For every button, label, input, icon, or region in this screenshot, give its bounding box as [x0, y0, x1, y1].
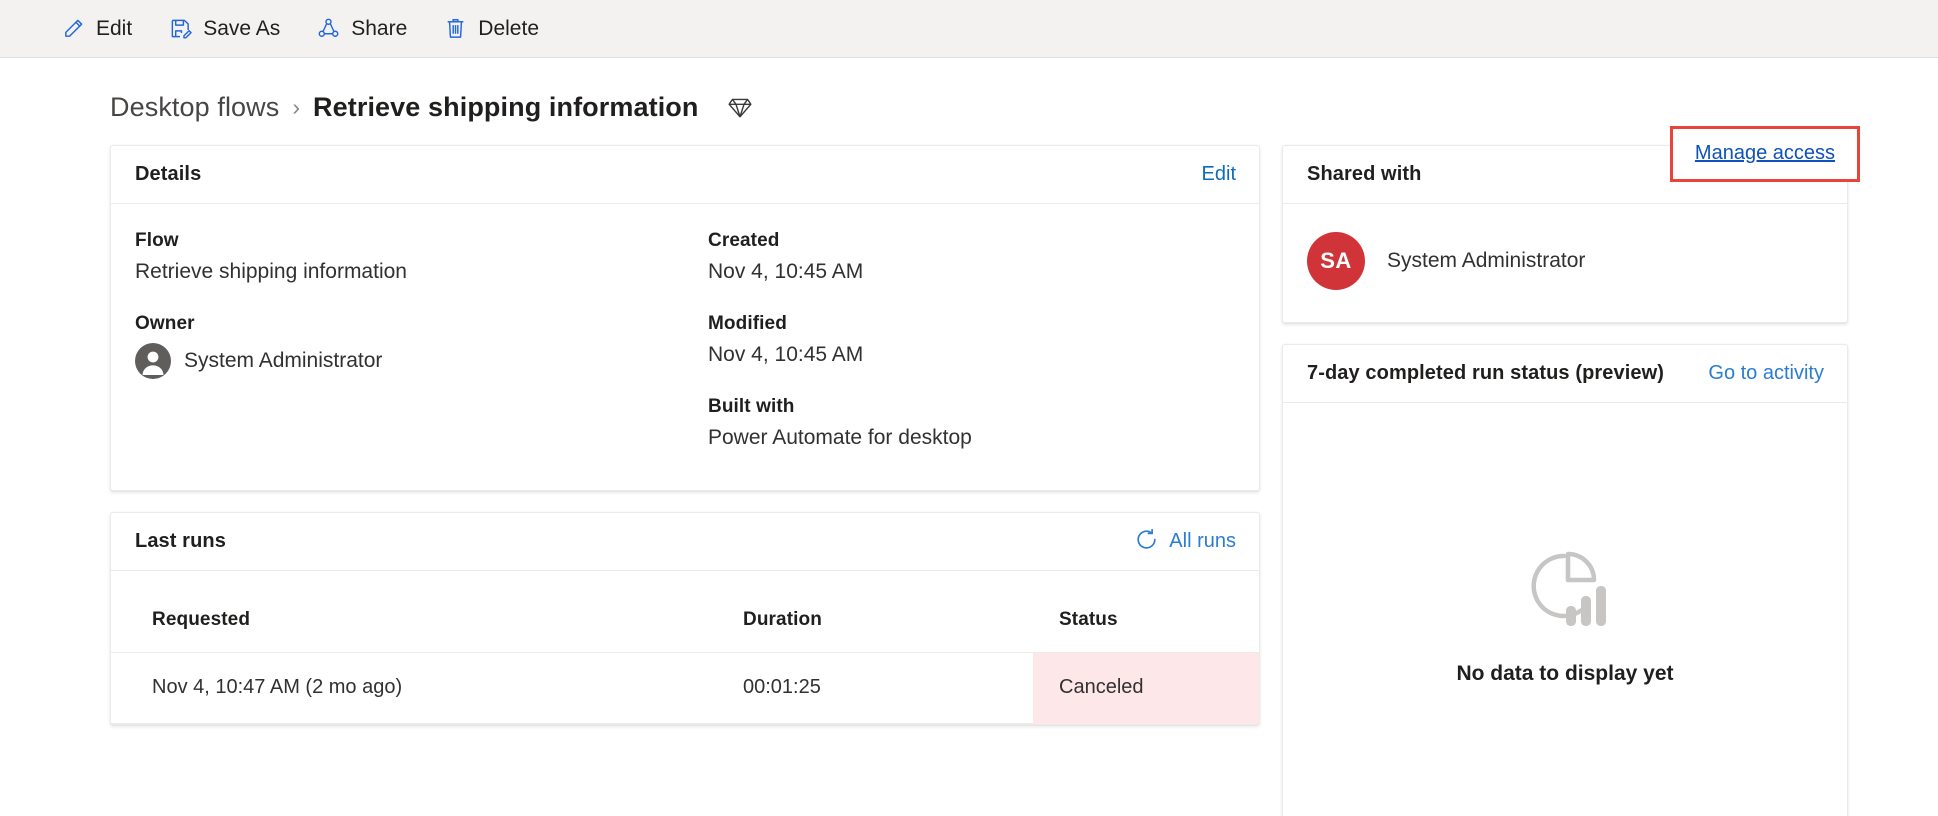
cell-requested: Nov 4, 10:47 AM (2 mo ago)	[111, 652, 743, 724]
shared-with-card-header: Shared with Manage access	[1283, 126, 1860, 204]
pencil-icon	[61, 17, 85, 41]
run-status-card-title: 7-day completed run status (preview)	[1307, 362, 1665, 384]
last-runs-table-head: Requested Duration Status	[111, 571, 1259, 653]
field-flow-label: Flow	[135, 230, 179, 251]
left-column: Details Edit Flow Retrieve shipping info…	[110, 145, 1260, 725]
avatar: SA	[1307, 232, 1365, 290]
last-runs-card: Last runs All runs Requested Duration St…	[110, 512, 1260, 725]
shared-person-name: System Administrator	[1387, 249, 1586, 272]
field-owner-label: Owner	[135, 313, 195, 334]
details-right-fields: Created Nov 4, 10:45 AM Modified Nov 4, …	[685, 230, 1235, 450]
column-header-status[interactable]: Status	[1033, 571, 1259, 653]
field-owner: Owner System Administrator	[135, 313, 655, 379]
save-as-button-label: Save As	[203, 16, 281, 40]
page-content: Desktop flows › Retrieve shipping inform…	[0, 58, 1938, 816]
field-created: Created Nov 4, 10:45 AM	[708, 230, 1205, 284]
last-runs-card-body: Requested Duration Status Nov 4, 10:47 A…	[111, 571, 1259, 724]
all-runs-label: All runs	[1169, 530, 1236, 552]
field-flow-value: Retrieve shipping information	[135, 260, 407, 283]
right-column: Shared with Manage access SA System Admi…	[1282, 126, 1860, 816]
field-created-label: Created	[708, 230, 780, 251]
last-runs-table-body: Nov 4, 10:47 AM (2 mo ago) 00:01:25 Canc…	[111, 652, 1259, 724]
refresh-icon	[1134, 527, 1159, 557]
command-bar: Edit Save As Share Delete	[0, 0, 1938, 58]
save-as-button[interactable]: Save As	[153, 8, 295, 50]
share-button-label: Share	[351, 16, 408, 40]
last-runs-card-header: Last runs All runs	[111, 513, 1259, 571]
run-status-card-header: 7-day completed run status (preview) Go …	[1283, 345, 1847, 403]
run-status-card-body: No data to display yet	[1283, 403, 1847, 816]
column-header-duration[interactable]: Duration	[743, 571, 1033, 653]
shared-with-card-body: SA System Administrator	[1283, 204, 1847, 322]
share-icon	[316, 17, 340, 41]
details-left-fields: Flow Retrieve shipping information Owner	[135, 230, 685, 450]
breadcrumb-parent-link[interactable]: Desktop flows	[110, 92, 279, 123]
details-edit-link[interactable]: Edit	[1202, 163, 1236, 186]
share-button[interactable]: Share	[301, 8, 422, 50]
shared-with-card: Shared with Manage access SA System Admi…	[1282, 126, 1860, 323]
field-built-with-label: Built with	[708, 396, 795, 417]
field-modified-value: Nov 4, 10:45 AM	[708, 343, 864, 366]
breadcrumb: Desktop flows › Retrieve shipping inform…	[0, 58, 1938, 126]
owner-row: System Administrator	[135, 343, 655, 379]
field-created-value: Nov 4, 10:45 AM	[708, 260, 864, 283]
go-to-activity-link[interactable]: Go to activity	[1708, 362, 1824, 385]
field-modified-label: Modified	[708, 313, 787, 334]
cell-duration: 00:01:25	[743, 652, 1033, 724]
all-runs-link[interactable]: All runs	[1134, 527, 1236, 557]
field-built-with: Built with Power Automate for desktop	[708, 396, 1205, 450]
field-built-with-value: Power Automate for desktop	[708, 426, 972, 449]
table-header-row: Requested Duration Status	[111, 571, 1259, 653]
save-as-icon	[168, 17, 192, 41]
field-modified: Modified Nov 4, 10:45 AM	[708, 313, 1205, 367]
last-runs-card-title: Last runs	[135, 530, 226, 552]
edit-button-label: Edit	[96, 16, 133, 40]
delete-button-label: Delete	[478, 16, 539, 40]
field-flow: Flow Retrieve shipping information	[135, 230, 655, 284]
last-runs-table: Requested Duration Status Nov 4, 10:47 A…	[111, 571, 1259, 724]
edit-button[interactable]: Edit	[46, 8, 147, 50]
details-card: Details Edit Flow Retrieve shipping info…	[110, 145, 1260, 491]
shared-with-card-title: Shared with	[1307, 163, 1422, 185]
status-badge: Canceled	[1033, 652, 1259, 724]
trash-icon	[443, 17, 467, 41]
field-owner-value: System Administrator	[184, 349, 383, 372]
table-row[interactable]: Nov 4, 10:47 AM (2 mo ago) 00:01:25 Canc…	[111, 652, 1259, 724]
pie-bar-chart-icon	[1519, 546, 1611, 639]
manage-access-link[interactable]: Manage access	[1695, 142, 1835, 164]
column-header-requested[interactable]: Requested	[111, 571, 743, 653]
person-avatar	[135, 343, 171, 379]
breadcrumb-separator-icon: ›	[292, 93, 301, 120]
page-title: Retrieve shipping information	[313, 91, 699, 122]
content-columns: Details Edit Flow Retrieve shipping info…	[0, 126, 1938, 816]
details-card-body: Flow Retrieve shipping information Owner	[111, 204, 1259, 490]
empty-state-message: No data to display yet	[1456, 662, 1674, 685]
delete-button[interactable]: Delete	[428, 8, 554, 50]
premium-diamond-icon	[727, 94, 753, 120]
details-card-title: Details	[135, 163, 202, 185]
manage-access-highlight: Manage access	[1669, 126, 1860, 182]
details-card-header: Details Edit	[111, 146, 1259, 204]
run-status-card: 7-day completed run status (preview) Go …	[1282, 344, 1848, 816]
